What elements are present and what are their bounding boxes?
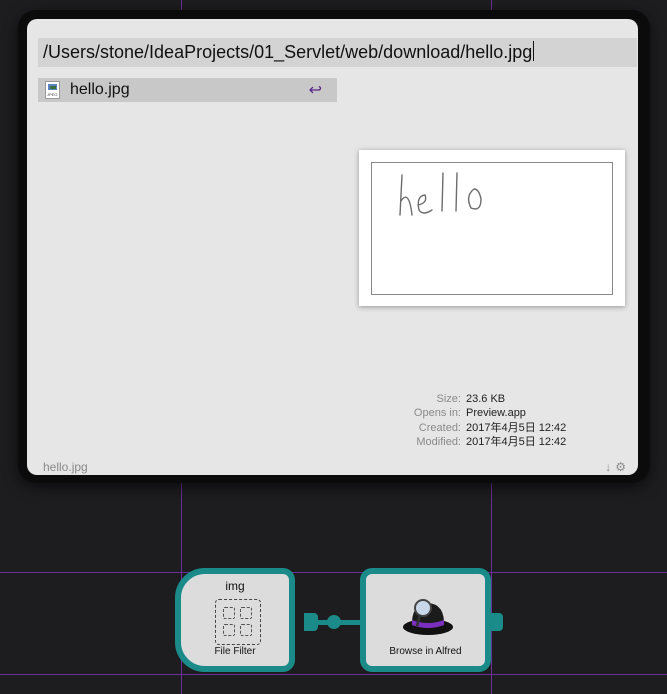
file-filter-node[interactable]: img File Filter [175,568,295,672]
footer-controls: ↓ ⚙ [605,460,626,474]
footer-filename: hello.jpg [43,460,88,474]
alfred-panel: /Users/stone/IdeaProjects/01_Servlet/web… [27,19,638,475]
canvas-guide-horizontal [0,572,667,573]
file-metadata: Size: 23.6 KB Opens in: Preview.app Create… [367,392,627,449]
node-title: File Filter [214,646,256,657]
handwriting-hello [399,172,482,216]
meta-created-label: Created: [418,421,461,434]
meta-created-value: 2017年4月5日 12:42 [466,421,567,434]
connection-dot[interactable] [327,615,341,629]
preview-image [371,162,613,295]
node-title: Browse in Alfred [389,646,462,657]
meta-modified-value: 2017年4月5日 12:42 [466,435,567,448]
meta-size-label: Size: [436,393,461,405]
node-keyword: img [225,579,245,593]
return-key-icon: ↩ [308,82,322,99]
gear-icon[interactable]: ⚙ [615,460,626,474]
output-connector[interactable] [304,613,318,631]
file-preview [359,150,625,306]
alfred-hat-icon [403,599,453,635]
canvas-guide-horizontal [0,674,667,675]
file-filter-icon [215,599,261,645]
browse-in-alfred-node[interactable]: Browse in Alfred [360,568,491,672]
search-input[interactable]: /Users/stone/IdeaProjects/01_Servlet/web… [38,38,637,67]
meta-opens-in-value: Preview.app [466,407,526,420]
result-item[interactable]: JPEG hello.jpg ↩ [38,78,337,102]
meta-modified-label: Modified: [416,435,461,448]
meta-size-value: 23.6 KB [466,393,506,405]
text-caret [533,41,535,61]
result-title: hello.jpg [70,81,130,98]
alfred-window: /Users/stone/IdeaProjects/01_Servlet/web… [18,10,650,483]
sort-down-icon[interactable]: ↓ [605,460,611,474]
jpeg-file-icon: JPEG [45,81,60,99]
output-connector[interactable] [491,613,503,631]
search-query-text: /Users/stone/IdeaProjects/01_Servlet/web… [43,42,533,62]
meta-opens-in-label: Opens in: [413,407,461,420]
